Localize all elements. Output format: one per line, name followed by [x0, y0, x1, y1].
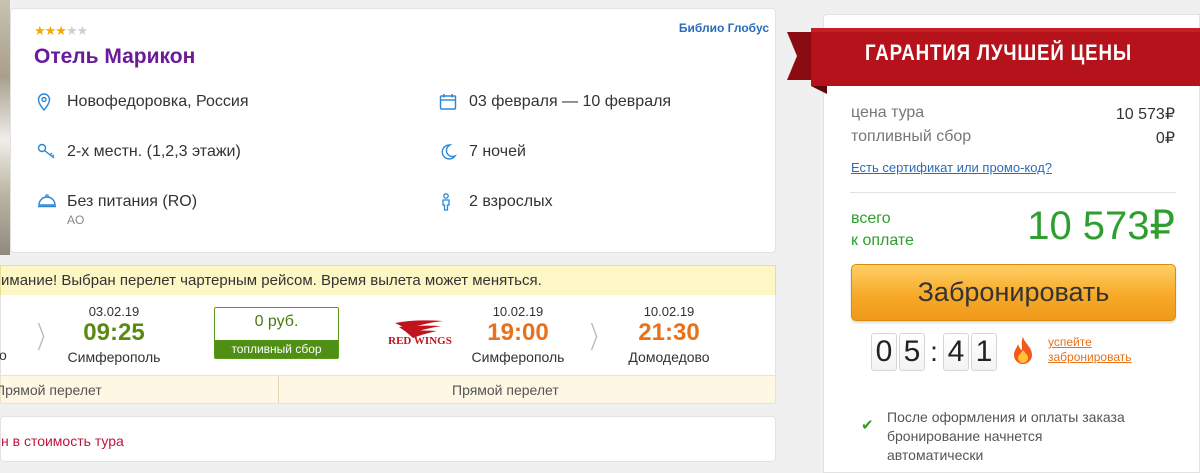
guests-text: 2 взрослых — [469, 193, 553, 210]
return-arr-city: Домодедово — [628, 349, 710, 365]
room-text: 2-х местн. (1,2,3 этажи) — [67, 143, 241, 160]
room-row: 2-х местн. (1,2,3 этажи) — [37, 143, 241, 165]
chevron-right-icon: 〉 — [37, 322, 55, 355]
meal-cloche-icon — [37, 193, 67, 213]
return-dep-time: 19:00 — [487, 319, 549, 346]
flight-row[interactable]: о 〉 03.02.19 09:25 Симферополь 0 руб. то… — [0, 295, 776, 375]
fuel-label: топливный сбор — [215, 340, 338, 358]
fuel-fee-value: 0₽ — [1155, 130, 1175, 147]
location-pin-icon — [37, 93, 67, 115]
total-label-line2: к оплате — [851, 232, 914, 249]
hurry-book-link[interactable]: успейте забронировать — [1048, 335, 1131, 365]
best-price-ribbon: ГАРАНТИЯ ЛУЧШЕЙ ЦЕНЫ — [787, 26, 1200, 94]
guarantee-text: ГАРАНТИЯ ЛУЧШЕЙ ЦЕНЫ — [865, 40, 1133, 65]
booking-note: После оформления и оплаты заказа брониро… — [887, 409, 1125, 463]
hotel-card: ★★★★★ Библио Глобус Отель Марикон Новофе… — [10, 8, 776, 253]
meal-row: Без питания (RO) AO — [37, 193, 197, 227]
calendar-icon — [439, 93, 469, 115]
outbound-origin-stub: о — [0, 347, 7, 363]
moon-icon — [439, 143, 469, 165]
hotel-name[interactable]: Отель Марикон — [34, 45, 195, 69]
check-icon: ✔ — [861, 417, 874, 434]
tour-price-value: 10 573₽ — [1115, 106, 1175, 123]
person-icon — [439, 193, 469, 215]
flame-icon — [1010, 336, 1036, 371]
timer-digit: 0 — [871, 333, 897, 371]
timer-colon: : — [930, 336, 938, 367]
fuel-fee-label: топливный сбор — [851, 128, 972, 145]
outbound-city: Симферополь — [67, 349, 161, 365]
bed-key-icon — [37, 143, 67, 165]
meal-code: AO — [67, 213, 85, 227]
total-label: всего к оплате — [851, 208, 914, 252]
flight-type-bar: Прямой перелет Прямой перелет — [0, 375, 776, 404]
nights-text: 7 ночей — [469, 143, 526, 160]
total-label-line1: всего — [851, 210, 891, 227]
nights-row: 7 ночей — [439, 143, 526, 165]
fuel-amount: 0 руб. — [254, 313, 299, 330]
meal-text: Без питания (RO) — [67, 193, 198, 210]
divider — [278, 376, 279, 403]
outbound-time: 09:25 — [83, 319, 145, 346]
location-row: Новофедоровка, Россия — [37, 93, 249, 115]
included-in-price[interactable]: н в стоимость тура — [0, 416, 776, 462]
return-flight-type: Прямой перелет — [452, 382, 559, 398]
divider — [850, 192, 1176, 193]
included-text: н в стоимость тура — [1, 433, 124, 449]
return-arrival: 10.02.19 21:30 Домодедово — [618, 304, 720, 365]
chevron-right-icon: 〉 — [590, 322, 608, 355]
promo-code-link[interactable]: Есть сертификат или промо-код? — [851, 160, 1052, 175]
timer-digit: 4 — [943, 333, 969, 371]
hurry-line2: забронировать — [1048, 350, 1132, 364]
outbound-arrival: 03.02.19 09:25 Симферополь — [63, 304, 165, 365]
location-text: Новофедоровка, Россия — [67, 93, 249, 110]
airline-name: RED WINGS — [388, 335, 452, 347]
return-arr-time: 21:30 — [638, 319, 700, 346]
return-arr-date: 10.02.19 — [643, 304, 695, 319]
dates-row: 03 февраля — 10 февраля — [439, 93, 671, 115]
outbound-flight-type: Прямой перелет — [0, 382, 102, 398]
guests-row: 2 взрослых — [439, 193, 553, 215]
tour-price-label: цена тура — [851, 104, 925, 121]
return-dep-date: 10.02.19 — [492, 304, 544, 319]
return-dep-city: Симферополь — [471, 349, 565, 365]
timer-digit: 5 — [899, 333, 925, 371]
fuel-surcharge-box: 0 руб. топливный сбор — [214, 307, 339, 359]
return-departure: 10.02.19 19:00 Симферополь — [467, 304, 569, 365]
airline-logo: RED WINGS — [385, 317, 455, 353]
dates-text: 03 февраля — 10 февраля — [469, 93, 672, 110]
outbound-date: 03.02.19 — [88, 304, 140, 319]
timer-digit: 1 — [971, 333, 997, 371]
total-price: 10 573₽ — [1027, 204, 1175, 248]
tour-operator: Библио Глобус — [678, 21, 769, 35]
star-rating: ★★★★★ — [34, 23, 88, 38]
countdown-timer: 0 5 : 4 1 — [871, 333, 999, 371]
hotel-photo-edge[interactable] — [0, 0, 10, 255]
charter-warning: имание! Выбран перелет чартерным рейсом.… — [0, 265, 776, 295]
book-button[interactable]: Забронировать — [851, 264, 1176, 321]
hurry-line1: успейте — [1048, 335, 1092, 349]
